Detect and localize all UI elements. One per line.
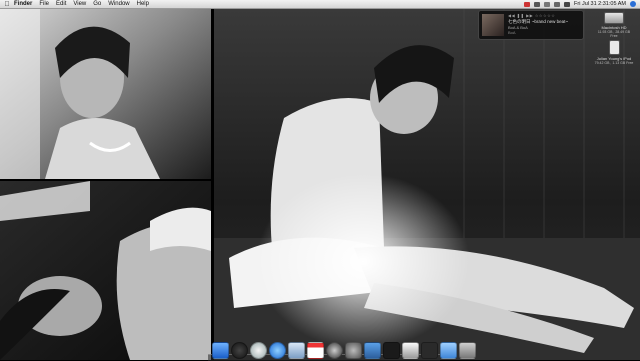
menu-view[interactable]: View [73, 1, 86, 7]
ipod-icon [608, 40, 620, 55]
preview-icon[interactable] [364, 342, 381, 359]
finder-icon[interactable] [212, 342, 229, 359]
photo-top-left-image [0, 8, 211, 179]
quicktime-icon[interactable] [326, 342, 343, 359]
wallpaper-photo-bottom-left [0, 181, 211, 360]
battery-icon[interactable] [564, 1, 571, 7]
volume-icon[interactable] [554, 1, 561, 7]
desktop-icon-ipod[interactable]: Julian Young's iPod 79.42 GB , 1.13 GB F… [594, 40, 634, 65]
dashboard-icon[interactable] [231, 342, 248, 359]
wallpaper-photo-main [214, 8, 640, 360]
photo-bottom-left-image [0, 181, 211, 360]
activity-monitor-icon[interactable] [421, 342, 438, 359]
menubar-clock[interactable]: Fri Jul 31 2:31:05 AM [574, 1, 626, 7]
ipod-detail: 79.42 GB , 1.13 GB Free [594, 61, 634, 65]
rating-stars[interactable]: ☆☆☆☆☆ [535, 13, 555, 18]
mail-icon[interactable] [288, 342, 305, 359]
dock [212, 341, 476, 359]
menu-finder[interactable]: Finder [14, 1, 32, 7]
wallpaper-photo-top-left [0, 8, 211, 179]
bluetooth-icon[interactable] [534, 1, 541, 7]
itunes-icon[interactable] [250, 342, 267, 359]
drive-detail: 11.93 GB , 28.49 GB Free [597, 30, 631, 38]
menu-edit[interactable]: Edit [56, 1, 66, 7]
menu-help[interactable]: Help [137, 1, 149, 7]
trash-icon[interactable] [459, 342, 476, 359]
menu-extras: Fri Jul 31 2:31:05 AM [524, 0, 636, 8]
wifi-icon[interactable] [544, 1, 551, 7]
ical-icon[interactable] [307, 342, 324, 359]
status-indicator-icon[interactable] [524, 1, 531, 7]
track-album: BoA [508, 30, 516, 35]
now-playing-widget[interactable]: ◀◀ ❚❚ ▶▶ ☆☆☆☆☆ 七色の明日 ~brand new beat~ Bo… [478, 10, 584, 40]
spotlight-icon[interactable] [630, 1, 636, 7]
playback-controls[interactable]: ◀◀ ❚❚ ▶▶ ☆☆☆☆☆ [508, 13, 555, 18]
menu-file[interactable]: File [39, 1, 49, 7]
menu-bar:  Finder File Edit View Go Window Help F… [0, 0, 640, 9]
system-preferences-icon[interactable] [345, 342, 362, 359]
apple-menu-icon[interactable]:  [0, 1, 14, 8]
desktop-icon-macintosh-hd[interactable]: Macintosh HD 11.93 GB , 28.49 GB Free [594, 12, 634, 38]
menu-window[interactable]: Window [108, 1, 129, 7]
photo-main-image [214, 8, 640, 360]
hard-drive-icon [604, 12, 624, 24]
safari-icon[interactable] [269, 342, 286, 359]
photos-icon[interactable] [402, 342, 419, 359]
terminal-icon[interactable] [383, 342, 400, 359]
menu-go[interactable]: Go [93, 1, 101, 7]
folder-icon[interactable] [440, 342, 457, 359]
album-art [482, 14, 504, 36]
